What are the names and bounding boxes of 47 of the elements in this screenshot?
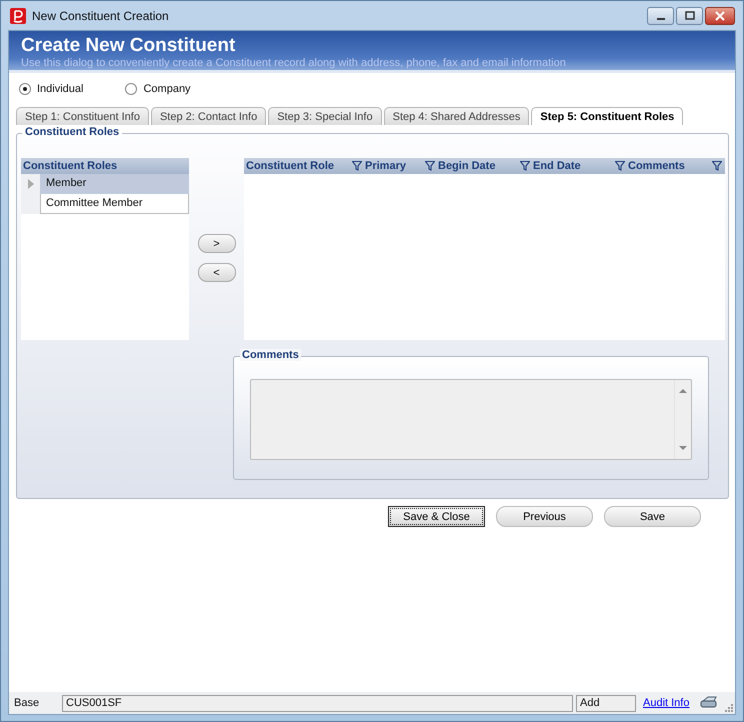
resize-grip-icon xyxy=(724,703,733,712)
minimize-button[interactable] xyxy=(647,6,674,24)
filter-icon[interactable] xyxy=(352,161,362,171)
row-indicator-icon xyxy=(28,179,34,189)
filter-icon[interactable] xyxy=(615,161,625,171)
status-label: Base xyxy=(14,697,40,709)
group-title: Constituent Roles xyxy=(22,126,122,138)
comments-field[interactable] xyxy=(250,379,692,460)
type-radio[interactable]: Company xyxy=(125,83,191,95)
close-icon xyxy=(715,10,725,20)
filter-icon[interactable] xyxy=(425,161,435,171)
column-header[interactable]: End Date xyxy=(533,158,581,174)
step-tab[interactable]: Step 1: Constituent Info xyxy=(16,107,149,125)
audit-info-link[interactable]: Audit Info xyxy=(639,697,694,709)
dialog-button[interactable]: Save xyxy=(604,506,701,527)
step-tab[interactable]: Step 5: Constituent Roles xyxy=(531,107,684,125)
column-header[interactable]: Primary xyxy=(365,158,406,174)
role-item[interactable]: Member xyxy=(40,174,189,194)
scroll-down-icon[interactable] xyxy=(679,446,687,451)
column-header[interactable]: Comments xyxy=(628,158,685,174)
scroll-up-icon[interactable] xyxy=(679,388,687,393)
maximize-icon xyxy=(684,10,694,20)
window-title: New Constituent Creation xyxy=(32,8,169,22)
comments-title: Comments xyxy=(240,349,301,361)
dialog-button[interactable]: Previous xyxy=(496,506,593,527)
type-radio[interactable]: Individual xyxy=(19,83,84,95)
printer-icon[interactable] xyxy=(700,696,718,710)
dialog-description: Use this dialog to conveniently create a Constituent record along with address, phone, fax and email information xyxy=(21,57,567,70)
step-tab[interactable]: Step 2: Contact Info xyxy=(150,107,266,125)
close-button[interactable] xyxy=(705,6,735,24)
column-header[interactable]: Constituent Role xyxy=(246,158,334,174)
maximize-button[interactable] xyxy=(676,6,703,24)
record-code-field: CUS001SF xyxy=(62,694,573,712)
minimize-icon xyxy=(656,18,664,20)
step-tab[interactable]: Step 4: Shared Addresses xyxy=(384,107,530,125)
column-header[interactable]: Begin Date xyxy=(438,158,496,174)
list-header: Constituent Roles xyxy=(21,158,189,174)
filter-icon[interactable] xyxy=(712,161,722,171)
step-tab[interactable]: Step 3: Special Info xyxy=(268,107,382,125)
move-button[interactable]: > xyxy=(198,234,236,253)
dialog-button[interactable]: Save & Close xyxy=(388,506,485,527)
dialog-heading: Create New Constituent xyxy=(21,35,236,57)
role-item[interactable]: Committee Member xyxy=(40,194,189,214)
move-button[interactable]: < xyxy=(198,263,236,282)
filter-icon[interactable] xyxy=(520,161,530,171)
mode-field: Add xyxy=(576,694,636,712)
app-logo-icon xyxy=(10,8,26,24)
